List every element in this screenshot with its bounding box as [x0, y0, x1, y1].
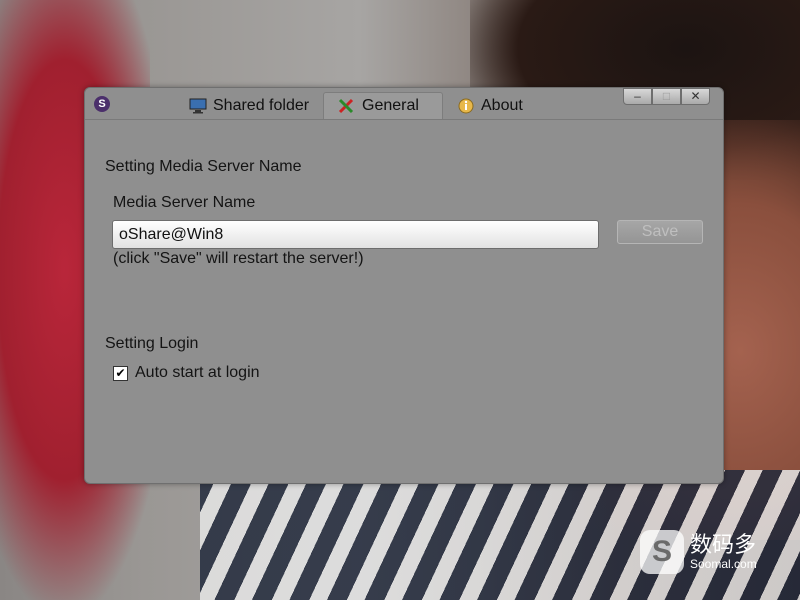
- maximize-button[interactable]: □: [652, 88, 681, 105]
- info-bulb-icon: [457, 98, 475, 114]
- minimize-button[interactable]: –: [623, 88, 652, 105]
- tab-general[interactable]: General: [323, 92, 443, 119]
- title-bar[interactable]: S Shared folder General About – □ ✕: [85, 88, 723, 120]
- auto-start-label[interactable]: Auto start at login: [135, 364, 260, 382]
- app-window: S Shared folder General About – □ ✕ Sett…: [84, 87, 724, 484]
- watermark-en: Soomal.com: [690, 557, 757, 571]
- server-name-label: Media Server Name: [113, 194, 256, 211]
- tab-label: About: [481, 96, 523, 114]
- monitor-icon: [189, 98, 207, 114]
- save-button[interactable]: Save: [617, 220, 703, 244]
- tools-icon: [338, 98, 356, 114]
- app-logo-icon: S: [94, 96, 110, 112]
- server-name-input[interactable]: [112, 220, 599, 249]
- watermark: S 数码多 Soomal.com: [640, 530, 757, 574]
- tab-label: General: [362, 97, 419, 114]
- close-button[interactable]: ✕: [681, 88, 710, 105]
- auto-start-checkbox[interactable]: ✔: [113, 366, 128, 381]
- login-section-title: Setting Login: [105, 335, 199, 352]
- checkmark-icon: ✔: [115, 366, 126, 380]
- window-controls: – □ ✕: [623, 88, 710, 105]
- server-section-title: Setting Media Server Name: [105, 158, 302, 175]
- restart-note: (click "Save" will restart the server!): [113, 250, 364, 267]
- tab-about[interactable]: About: [457, 92, 523, 119]
- tab-shared-folder[interactable]: Shared folder: [189, 92, 309, 119]
- watermark-cn: 数码多: [690, 532, 757, 557]
- watermark-logo-icon: S: [640, 530, 684, 574]
- tab-label: Shared folder: [213, 96, 310, 114]
